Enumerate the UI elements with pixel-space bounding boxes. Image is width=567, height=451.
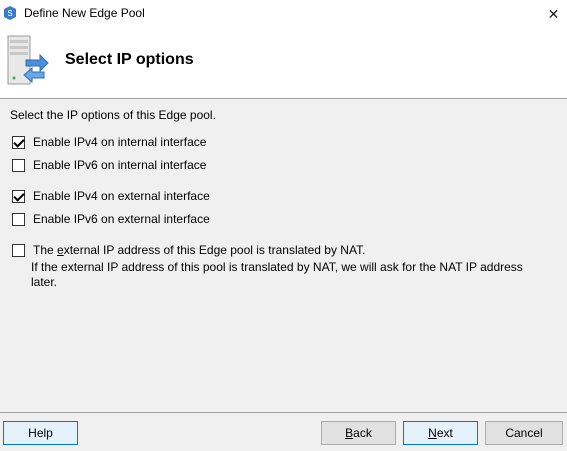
page-title: Select IP options <box>65 51 194 68</box>
option-nat[interactable]: The external IP address of this Edge poo… <box>12 243 365 257</box>
option-label: Enable IPv6 on external interface <box>33 212 210 226</box>
cancel-button[interactable]: Cancel <box>485 421 563 445</box>
ipv6-external-checkbox[interactable] <box>12 212 25 226</box>
option-label: Enable IPv4 on external interface <box>33 189 210 203</box>
help-button[interactable]: Help <box>3 421 78 445</box>
nat-note: If the external IP address of this pool … <box>31 260 523 289</box>
intro-text: Select the IP options of this Edge pool. <box>10 108 216 122</box>
option-ipv6-internal[interactable]: Enable IPv6 on internal interface <box>12 158 206 172</box>
close-icon[interactable]: ✕ <box>548 6 560 23</box>
app-icon: S <box>2 5 18 21</box>
options-panel: Select the IP options of this Edge pool.… <box>0 99 567 412</box>
back-button[interactable]: Back <box>321 421 396 445</box>
ipv4-external-checkbox[interactable] <box>12 189 25 203</box>
nat-checkbox[interactable] <box>12 243 25 257</box>
option-ipv4-internal[interactable]: Enable IPv4 on internal interface <box>12 135 206 149</box>
option-ipv4-external[interactable]: Enable IPv4 on external interface <box>12 189 210 203</box>
wizard-footer: Help Back Next Cancel <box>0 413 567 451</box>
nat-label: The external IP address of this Edge poo… <box>33 243 366 257</box>
option-label: Enable IPv4 on internal interface <box>33 135 207 149</box>
wizard-header: Select IP options <box>0 28 567 98</box>
close-button[interactable]: ✕ <box>540 0 567 28</box>
svg-text:S: S <box>7 9 12 18</box>
next-button[interactable]: Next <box>403 421 478 445</box>
ipv6-internal-checkbox[interactable] <box>12 158 25 172</box>
server-network-icon <box>7 35 49 85</box>
option-ipv6-external[interactable]: Enable IPv6 on external interface <box>12 212 210 226</box>
window-title: Define New Edge Pool <box>24 6 145 20</box>
ipv4-internal-checkbox[interactable] <box>12 135 25 149</box>
title-bar: S Define New Edge Pool ✕ <box>0 0 567 28</box>
option-label: Enable IPv6 on internal interface <box>33 158 207 172</box>
